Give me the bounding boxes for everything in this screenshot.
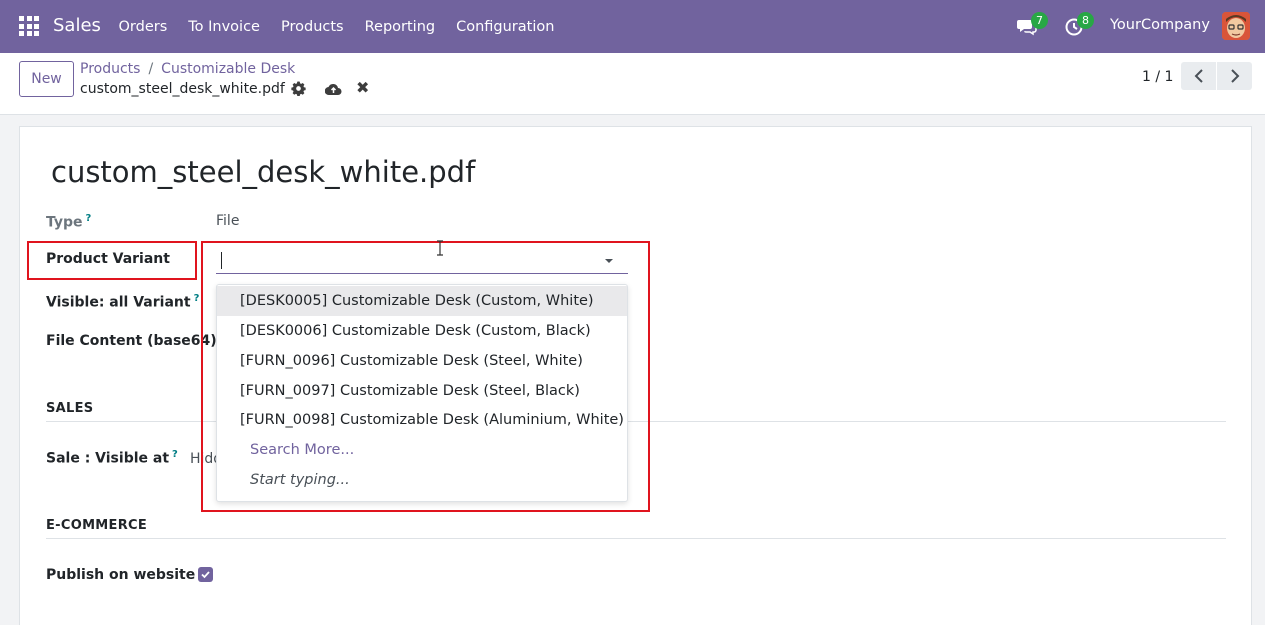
menu-item-orders[interactable]: Orders [108,19,178,35]
discard-icon[interactable]: ✖ [356,80,370,96]
autocomplete-option[interactable]: [FURN_0098] Customizable Desk (Aluminium… [217,405,627,435]
top-navbar: Sales Orders To Invoice Products Reporti… [0,0,1265,53]
menu-item-configuration[interactable]: Configuration [446,19,565,35]
type-value: File [216,213,240,229]
product-variant-autocomplete: [DESK0005] Customizable Desk (Custom, Wh… [216,284,628,502]
breadcrumb-products[interactable]: Products [80,61,140,77]
chevron-right-icon [1230,69,1239,83]
pager-previous-button[interactable] [1181,62,1216,90]
user-avatar[interactable] [1222,12,1250,40]
checkmark-icon [201,571,210,579]
sale-visible-at-label: Sale : Visible at? [46,449,178,467]
activity-clock-icon[interactable]: 8 [1064,12,1094,37]
section-sales-title: SALES [46,401,94,416]
file-content-label: File Content (base64) [46,333,217,349]
highlight-product-variant-label [27,241,197,280]
type-label: Type? [46,213,92,231]
autocomplete-option[interactable]: [DESK0006] Customizable Desk (Custom, Bl… [217,316,627,346]
apps-menu-icon[interactable] [19,16,39,36]
gear-icon[interactable] [291,81,306,96]
save-cloud-icon[interactable] [324,81,342,96]
new-button[interactable]: New [19,61,74,97]
menu-item-reporting[interactable]: Reporting [354,19,446,35]
help-icon[interactable]: ? [86,213,92,224]
dropdown-arrow-icon[interactable] [605,259,613,263]
publish-on-website-checkbox[interactable] [198,567,213,582]
breadcrumb-customizable-desk[interactable]: Customizable Desk [161,61,295,77]
breadcrumb-current-record: custom_steel_desk_white.pdf [80,81,285,97]
company-switcher[interactable]: YourCompany [1110,17,1210,33]
autocomplete-option[interactable]: [DESK0005] Customizable Desk (Custom, Wh… [217,286,627,316]
menu-item-products[interactable]: Products [270,19,354,35]
text-caret [221,252,222,269]
chat-icon[interactable]: 7 [1016,12,1048,37]
start-typing-hint: Start typing... [250,472,350,488]
product-variant-input[interactable] [216,246,628,274]
autocomplete-option[interactable]: [FURN_0096] Customizable Desk (Steel, Wh… [217,346,627,376]
autocomplete-option[interactable]: [FURN_0097] Customizable Desk (Steel, Bl… [217,376,627,406]
record-title[interactable]: custom_steel_desk_white.pdf [51,155,475,189]
pager-next-button[interactable] [1217,62,1252,90]
section-ecommerce-title: E-COMMERCE [46,518,148,533]
publish-on-website-label: Publish on website [46,567,196,583]
app-name[interactable]: Sales [53,15,101,36]
pager-value[interactable]: 1 / 1 [1142,69,1173,85]
chat-count-badge: 7 [1031,12,1048,29]
breadcrumb-separator: / [148,61,154,77]
activity-count-badge: 8 [1077,12,1094,29]
help-icon[interactable]: ? [194,293,200,304]
visible-all-variant-label: Visible: all Variant? [46,293,200,311]
menu-item-to-invoice[interactable]: To Invoice [178,19,271,35]
help-icon[interactable]: ? [172,449,178,460]
section-divider [46,538,1226,539]
control-panel: New Products / Customizable Desk custom_st… [0,53,1265,115]
search-more-link[interactable]: Search More... [217,435,627,465]
chevron-left-icon [1194,69,1203,83]
ibeam-cursor-icon [436,240,444,256]
breadcrumb: Products / Customizable Desk [80,61,295,77]
main-menu: Orders To Invoice Products Reporting Con… [108,0,565,53]
